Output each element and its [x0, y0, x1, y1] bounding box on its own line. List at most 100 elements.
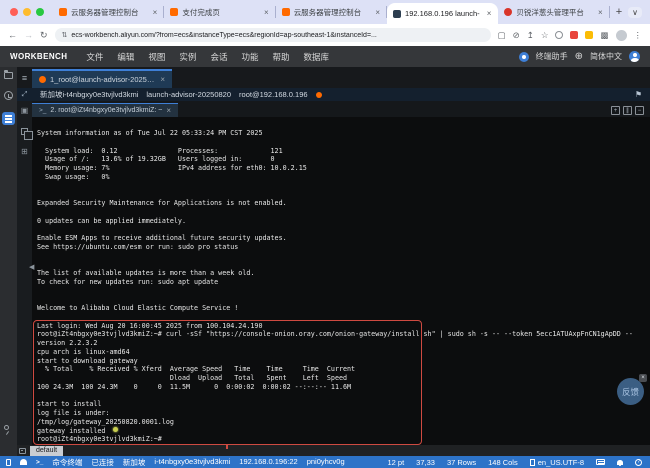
tab-search-chevron-icon[interactable]: ∨ [628, 7, 642, 18]
tab-close-icon[interactable]: × [374, 8, 381, 17]
terminal-prompt-icon: >_ [39, 107, 46, 114]
activity-bar [0, 67, 17, 456]
close-window-icon[interactable] [10, 8, 18, 16]
main-area: ≡ 1_root@launch-advisor-20250... × ⤢ 新加坡… [0, 67, 650, 456]
status-item[interactable]: 12 pt [387, 458, 404, 467]
extension-globe-icon[interactable] [555, 31, 563, 39]
terminal-split-controls: + ∥ − [611, 106, 644, 115]
add-pane-icon[interactable]: + [611, 106, 620, 115]
tab-close-icon[interactable]: × [263, 8, 270, 17]
status-item[interactable]: 已连接 [91, 457, 114, 468]
terminal-output[interactable]: System information as of Tue Jul 22 05:3… [32, 117, 650, 445]
tab-close-icon[interactable]: × [152, 8, 159, 17]
tmux-terminal-icon [19, 448, 26, 454]
new-terminal-icon[interactable]: ▣ [21, 107, 29, 115]
pin-icon[interactable] [4, 425, 9, 430]
browser-tab[interactable]: 192.168.0.196 launch- × [387, 3, 498, 24]
split-horizontal-icon[interactable]: − [635, 106, 644, 115]
terminal-session-tab[interactable]: >_ 2. root@iZt4nbgxy0e3tvjlvd3kmiZ: ~ × [32, 103, 178, 117]
menu-item[interactable]: 数据库 [296, 51, 336, 63]
tab-title: 支付完成页 [182, 7, 259, 18]
clipboard-icon[interactable]: ▢ [498, 30, 506, 41]
menu-item[interactable]: 功能 [234, 51, 265, 63]
browser-tab[interactable]: 云服务器管理控制台 × [53, 0, 164, 24]
extension-yellow-icon[interactable] [585, 31, 593, 39]
status-item[interactable]: i-t4nbgxy0e3tvjlvd3kmi [154, 457, 230, 468]
status-item[interactable]: 192.168.0.196:22 [239, 457, 297, 468]
tab-list-icon[interactable]: ≡ [17, 73, 32, 83]
add-circle-icon[interactable]: ⊕ [575, 51, 583, 62]
tab-close-icon[interactable]: × [597, 8, 604, 17]
session-user-host: root@192.168.0.196 [239, 90, 308, 99]
profile-avatar[interactable] [616, 30, 627, 41]
extensions-puzzle-icon[interactable]: ▩ [600, 30, 608, 41]
user-avatar[interactable] [629, 51, 640, 62]
feedback-button[interactable]: 反馈 [617, 378, 644, 405]
annotation-handle [226, 444, 228, 449]
fullscreen-icon[interactable]: ⤢ [17, 91, 32, 99]
forward-icon[interactable]: → [24, 30, 33, 40]
eye-off-icon[interactable]: ⊘ [513, 30, 520, 41]
browser-tab[interactable]: 贝锐洋葱头管理平台 × [498, 0, 609, 24]
browser-tab[interactable]: 云服务器管理控制台 × [276, 0, 387, 24]
back-icon[interactable]: ← [8, 30, 17, 40]
menu-item[interactable]: 编辑 [110, 51, 141, 63]
bell-icon[interactable] [617, 460, 623, 465]
minimize-window-icon[interactable] [23, 8, 31, 16]
reload-icon[interactable]: ↻ [40, 30, 48, 41]
share-icon[interactable]: ↥ [527, 30, 534, 41]
browser-menu-icon[interactable]: ⋮ [634, 30, 643, 41]
tab-favicon-icon [282, 8, 290, 16]
send-keys-icon[interactable]: ⚑ [635, 90, 642, 99]
site-settings-icon[interactable]: ⇅ [62, 31, 68, 39]
new-tab-button[interactable]: + [610, 6, 628, 18]
terminal-assistant-label[interactable]: 终端助手 [536, 51, 568, 62]
tab-title: 192.168.0.196 launch- [405, 9, 482, 18]
tmux-window-label[interactable]: default [30, 446, 63, 456]
status-item[interactable]: 命令终端 [52, 457, 82, 468]
session-info-bar: ⤢ 新加坡i-t4nbgxy0e3tvjlvd3kmi launch-advis… [17, 88, 650, 101]
url-text[interactable]: ecs-workbench.aliyun.com/?from=ecs&insta… [71, 32, 376, 39]
status-item[interactable]: 新加坡 [123, 457, 146, 468]
ubuntu-icon [39, 76, 46, 83]
history-icon[interactable] [4, 91, 13, 100]
feedback-close-icon[interactable]: × [639, 374, 647, 382]
menu-item[interactable]: 实例 [172, 51, 203, 63]
extension-red-icon[interactable] [570, 31, 578, 39]
tab-title: 云服务器管理控制台 [294, 7, 371, 18]
terminal-tab-close-icon[interactable]: × [166, 106, 171, 115]
menu-item[interactable]: 会话 [203, 51, 234, 63]
maximize-window-icon[interactable] [36, 8, 44, 16]
status-bar: >_ 命令终端 已连接 新加坡 i-t4nbgxy0e3tvjlvd3kmi 1… [0, 456, 650, 468]
grid-layout-icon[interactable]: ⊞ [21, 148, 28, 156]
bookmark-star-icon[interactable]: ☆ [541, 30, 549, 41]
encoding-item[interactable]: en_US.UTF-8 [530, 458, 584, 467]
workbench-tab-close-icon[interactable]: × [160, 75, 165, 84]
menubar-right: 终端助手 ⊕ 简体中文 [519, 51, 650, 62]
keyboard-icon[interactable] [596, 459, 605, 465]
status-item[interactable]: 148 Cols [488, 458, 518, 467]
menu-item[interactable]: 帮助 [265, 51, 296, 63]
collapse-panel-icon[interactable]: ◀ [29, 263, 34, 271]
session-name: launch-advisor-20250820 [146, 90, 231, 99]
terminal-tabrow: >_ 2. root@iZt4nbgxy0e3tvjlvd3kmiZ: ~ × … [32, 101, 650, 117]
help-icon[interactable]: ? [635, 459, 642, 466]
language-selector[interactable]: 简体中文 [590, 51, 622, 62]
menu-item[interactable]: 文件 [79, 51, 110, 63]
terminal-assistant-icon[interactable] [519, 52, 529, 62]
url-field[interactable]: ⇅ ecs-workbench.aliyun.com/?from=ecs&ins… [55, 28, 491, 42]
tab-favicon-icon [170, 8, 178, 16]
status-item[interactable]: pni0yhcv0g [307, 457, 345, 468]
status-item[interactable]: 37 Rows [447, 458, 476, 467]
instances-icon[interactable] [2, 112, 15, 125]
files-icon[interactable] [4, 72, 13, 79]
address-bar: ← → ↻ ⇅ ecs-workbench.aliyun.com/?from=e… [0, 24, 650, 46]
workbench-session-tab[interactable]: 1_root@launch-advisor-20250... × [32, 69, 172, 88]
split-vertical-icon[interactable]: ∥ [623, 106, 632, 115]
browser-tab[interactable]: 支付完成页 × [164, 0, 275, 24]
copy-icon[interactable] [21, 128, 28, 135]
status-item[interactable]: 37,33 [416, 458, 435, 467]
tab-close-icon[interactable]: × [486, 9, 493, 18]
menu-item[interactable]: 视图 [141, 51, 172, 63]
tmux-status-bar: default [17, 445, 650, 456]
